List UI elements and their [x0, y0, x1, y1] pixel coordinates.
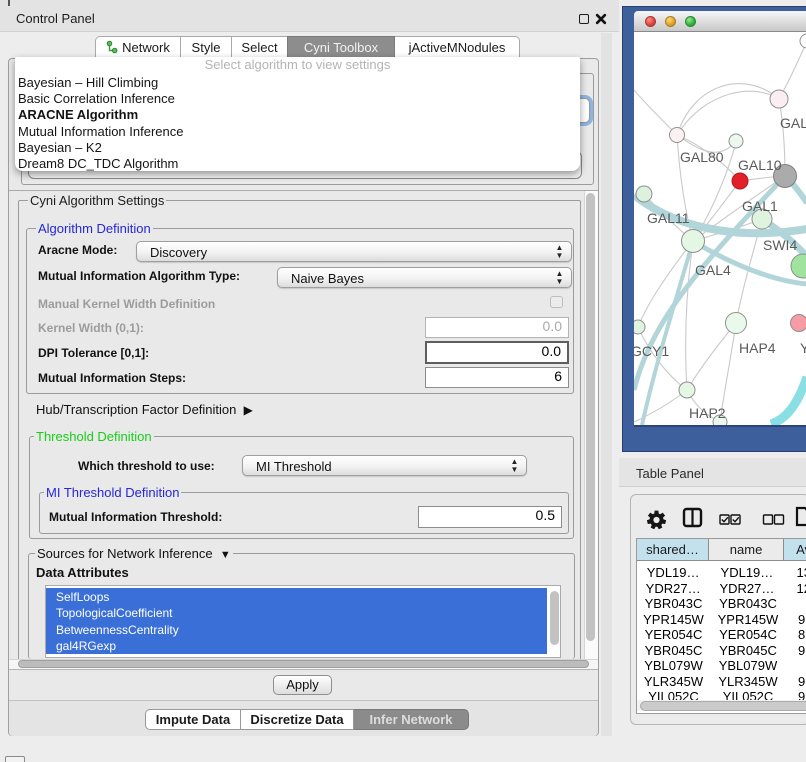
svg-text:SWI4: SWI4 — [763, 237, 797, 253]
svg-text:HAP4: HAP4 — [739, 340, 776, 356]
svg-text:GAL80: GAL80 — [680, 149, 724, 165]
svg-text:GAL4: GAL4 — [695, 262, 731, 278]
svg-text:GAL1: GAL1 — [742, 198, 778, 214]
svg-text:GAL7: GAL7 — [780, 115, 806, 131]
svg-text:GAL11: GAL11 — [647, 210, 690, 226]
svg-text:HAP2: HAP2 — [689, 405, 726, 421]
svg-text:YB: YB — [800, 340, 806, 356]
svg-text:GCY1: GCY1 — [634, 343, 669, 359]
svg-text:GAL10: GAL10 — [738, 157, 782, 173]
